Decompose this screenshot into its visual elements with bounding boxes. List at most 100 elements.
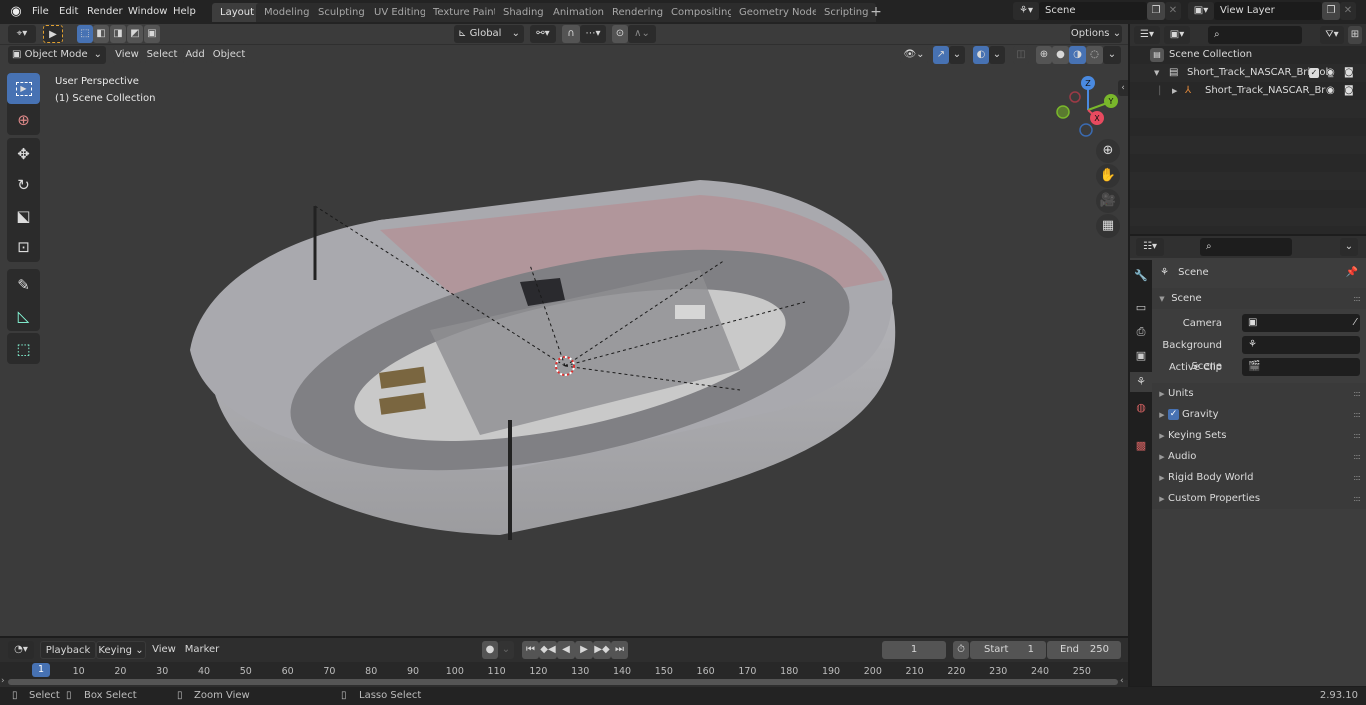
shading-dropdown[interactable]: ⌄ (1103, 46, 1121, 64)
shading-rendered-button[interactable]: ◌ (1086, 46, 1103, 64)
auto-keying-toggle[interactable]: ● (482, 641, 498, 659)
scene-name-field[interactable]: Scene (1039, 2, 1147, 20)
tweak-tool-button[interactable]: ▶ (43, 25, 63, 43)
scene-browse-button[interactable]: ⚘▾ (1013, 2, 1039, 20)
outliner-search-input[interactable]: ⌕ (1208, 26, 1302, 44)
blender-logo-icon[interactable]: ◉ (8, 4, 24, 20)
select-intersect-mode-button[interactable]: ▣ (144, 25, 160, 43)
active-clip-field[interactable]: 🎬 (1242, 358, 1360, 376)
snap-toggle[interactable]: ∩ (562, 25, 580, 43)
tab-scripting[interactable]: Scripting (816, 3, 877, 22)
eyedropper-icon[interactable]: ⁄ (1354, 314, 1356, 332)
panel-units[interactable]: ▶ Units:::: (1152, 383, 1366, 404)
current-frame-field[interactable]: 1 (882, 641, 946, 659)
tab-uv-editing[interactable]: UV Editing (366, 3, 435, 22)
delete-scene-button[interactable]: ✕ (1165, 2, 1181, 20)
eye-icon[interactable]: ◉ (1326, 64, 1335, 82)
delete-view-layer-button[interactable]: ✕ (1340, 2, 1356, 20)
new-scene-button[interactable]: ❐ (1147, 2, 1165, 20)
select-subtract-mode-button[interactable]: ◨ (110, 25, 126, 43)
zoom-view-button[interactable]: ⊕ (1096, 139, 1120, 163)
camera-field[interactable]: ▣ ⁄ (1242, 314, 1360, 332)
select-new-mode-button[interactable]: ⬚ (77, 25, 93, 43)
prev-keyframe-button[interactable]: ◆◀ (539, 641, 557, 659)
jump-to-start-button[interactable]: ⏮ (522, 641, 539, 659)
proportional-edit-toggle[interactable]: ⊙ (612, 25, 628, 43)
tool-add-cube[interactable]: ⬚ (7, 333, 40, 364)
properties-search-input[interactable]: ⌕ (1200, 238, 1292, 256)
play-reverse-button[interactable]: ◀ (557, 641, 575, 659)
menu-file[interactable]: File (28, 4, 53, 20)
outliner-row-collection[interactable]: ▼ ▤ Short_Track_NASCAR_Bristol_ ✓ ◉ ◙ (1130, 64, 1366, 82)
tool-select-box[interactable]: ▶ (7, 73, 40, 104)
expand-triangle-icon[interactable]: ▼ (1154, 64, 1159, 82)
shading-wireframe-button[interactable]: ⊕ (1036, 46, 1052, 64)
menu-edit[interactable]: Edit (55, 4, 82, 20)
keying-dropdown[interactable]: Keying ⌄ (96, 641, 146, 659)
new-view-layer-button[interactable]: ❐ (1322, 2, 1340, 20)
tab-scene[interactable]: ⚘ (1130, 372, 1152, 392)
tool-measure[interactable]: ◺ (7, 300, 40, 331)
play-button[interactable]: ▶ (575, 641, 593, 659)
drag-grip-icon[interactable]: :::: (1353, 446, 1361, 467)
editor-type-button[interactable]: ⌖▾ (8, 25, 36, 43)
transform-orientation-dropdown[interactable]: ⊾ Global ⌄ (454, 25, 524, 43)
snap-target-dropdown[interactable]: ⋯▾ (580, 25, 606, 43)
timeline-menu-marker[interactable]: Marker (184, 641, 220, 659)
drag-grip-icon[interactable]: :::: (1353, 425, 1361, 446)
drag-grip-icon[interactable]: :::: (1353, 488, 1361, 509)
camera-view-button[interactable]: 🎥 (1096, 189, 1120, 213)
overlays-toggle[interactable]: ◐ (973, 46, 989, 64)
menu-window[interactable]: Window (124, 4, 171, 20)
timeline-menu-view[interactable]: View (150, 641, 178, 659)
tab-texture-paint[interactable]: Texture Paint (425, 3, 506, 22)
tool-cursor[interactable]: ⊕ (7, 104, 40, 135)
pin-icon[interactable]: 📌 (1346, 262, 1358, 283)
next-keyframe-button[interactable]: ▶◆ (593, 641, 611, 659)
start-frame-field[interactable]: Start 1 (970, 641, 1046, 659)
camera-render-icon[interactable]: ◙ (1344, 64, 1354, 82)
options-dropdown[interactable]: Options ⌄ (1070, 25, 1122, 43)
menu-object[interactable]: Object (211, 46, 247, 64)
playhead[interactable]: 1 (32, 663, 50, 677)
properties-editor-type-button[interactable]: ☷▾ (1136, 238, 1164, 256)
menu-select[interactable]: Select (145, 46, 179, 64)
tab-render[interactable]: ▭ (1132, 298, 1150, 318)
timeline-editor-type-button[interactable]: ◔▾ (8, 641, 34, 659)
tab-rendering[interactable]: Rendering (604, 3, 672, 22)
pan-view-button[interactable]: ✋ (1096, 164, 1120, 188)
drag-grip-icon[interactable]: :::: (1353, 404, 1361, 425)
tool-move[interactable]: ✥ (7, 138, 40, 169)
eye-icon[interactable]: ◉ (1326, 82, 1335, 100)
tab-texture[interactable]: ▩ (1132, 436, 1150, 456)
panel-gravity[interactable]: ▶ ✓ Gravity:::: (1152, 404, 1366, 425)
tool-transform[interactable]: ⊡ (7, 231, 40, 262)
tool-rotate[interactable]: ↻ (7, 169, 40, 200)
tab-world[interactable]: ◍ (1132, 398, 1150, 418)
tab-sculpting[interactable]: Sculpting (310, 3, 373, 22)
outliner-editor-type-button[interactable]: ☰▾ (1134, 26, 1160, 44)
select-extend-mode-button[interactable]: ◧ (93, 25, 109, 43)
mode-dropdown[interactable]: ▣ Object Mode ⌄ (8, 46, 106, 64)
auto-keying-dropdown[interactable]: ⌄ (498, 641, 514, 659)
outliner-row-object[interactable]: | ▶ ⅄ Short_Track_NASCAR_Br ◉ ◙ (1130, 82, 1366, 100)
menu-add[interactable]: Add (183, 46, 207, 64)
tab-compositing[interactable]: Compositing (663, 3, 742, 22)
pivot-point-dropdown[interactable]: ⚯▾ (530, 25, 556, 43)
panel-custom-properties[interactable]: ▶ Custom Properties:::: (1152, 488, 1366, 509)
stadium-model[interactable] (180, 170, 900, 540)
tab-output[interactable]: ⎙ (1132, 322, 1150, 342)
visibility-dropdown[interactable]: 👁⌄ (900, 46, 928, 64)
tab-view-layer[interactable]: ▣ (1132, 346, 1150, 366)
view-layer-name-field[interactable]: View Layer (1214, 2, 1322, 20)
shading-solid-button[interactable]: ● (1052, 46, 1069, 64)
tab-layout[interactable]: Layout (212, 3, 262, 22)
chevron-left-icon[interactable]: ‹ (1120, 676, 1124, 686)
sidebar-toggle[interactable]: ‹ (1118, 80, 1128, 96)
3d-viewport[interactable]: ⌖▾ ▶ ⬚ ◧ ◨ ◩ ▣ ⊾ Global ⌄ ⚯▾ ∩ ⋯▾ ⊙ ∧⌄ Op… (0, 24, 1128, 636)
ortho-toggle-button[interactable]: ▦ (1096, 214, 1120, 238)
background-scene-field[interactable]: ⚘ (1242, 336, 1360, 354)
timeline-scrollbar[interactable] (8, 679, 1118, 685)
menu-view[interactable]: View (113, 46, 141, 64)
xray-toggle[interactable]: ◫ (1013, 46, 1029, 64)
